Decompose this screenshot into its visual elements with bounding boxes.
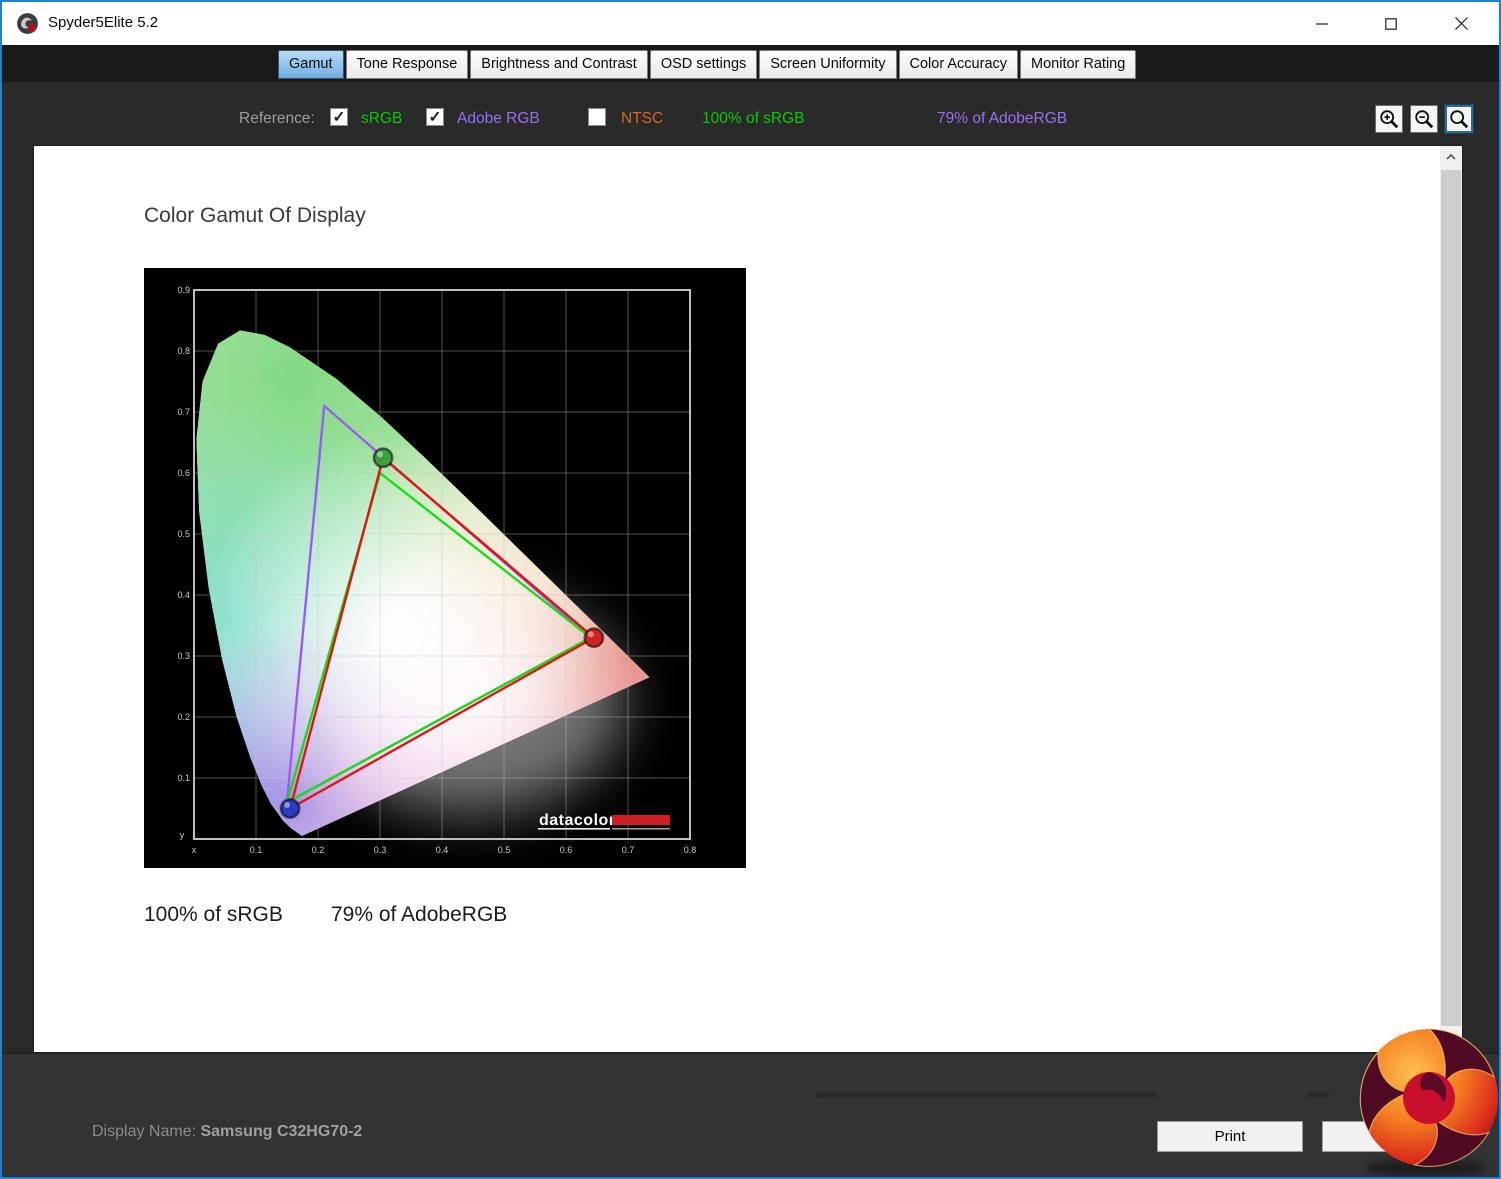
spyder-app-icon [17, 13, 38, 34]
checkbox-srgb[interactable]: ✓ [330, 108, 348, 126]
svg-text:x: x [192, 845, 197, 855]
zoom-out-button[interactable] [1410, 105, 1438, 133]
svg-text:0.1: 0.1 [250, 845, 263, 855]
svg-text:0.6: 0.6 [560, 845, 573, 855]
zoom-out-icon [1415, 110, 1434, 129]
adobergb-coverage-text: 79% of AdobeRGB [937, 110, 1068, 127]
maximize-icon [1385, 17, 1397, 30]
close-icon [1454, 17, 1468, 30]
tab-monitor-rating[interactable]: Monitor Rating [1020, 50, 1137, 79]
reference-toolbar: Reference: ✓ sRGB ✓ Adobe RGB NTSC 100% … [2, 97, 1499, 141]
svg-text:0.4: 0.4 [177, 590, 190, 600]
magnifier-icon [1450, 110, 1469, 129]
svg-text:0.8: 0.8 [177, 346, 190, 356]
svg-text:0.4: 0.4 [436, 845, 449, 855]
minimize-icon [1316, 22, 1328, 25]
svg-text:0.7: 0.7 [177, 407, 190, 417]
tab-osd-settings[interactable]: OSD settings [649, 50, 758, 79]
footer-divider-small [1307, 1092, 1329, 1098]
tab-tone-response[interactable]: Tone Response [345, 50, 469, 79]
checkbox-adobe-rgb-label: Adobe RGB [457, 110, 540, 127]
zoom-reset-button[interactable] [1445, 105, 1473, 133]
svg-text:0.2: 0.2 [312, 845, 325, 855]
svg-text:0.3: 0.3 [177, 651, 190, 661]
title-bar: Spyder5Elite 5.2 [2, 2, 1499, 45]
footer-divider [817, 1092, 1157, 1098]
svg-text:0.3: 0.3 [374, 845, 387, 855]
result-srgb: 100% of sRGB [144, 903, 283, 926]
svg-text:0.7: 0.7 [622, 845, 635, 855]
svg-text:0.9: 0.9 [177, 285, 190, 295]
app-window: Spyder5Elite 5.2 Gamut Tone Response Bri… [0, 0, 1501, 1179]
svg-text:0.5: 0.5 [177, 529, 190, 539]
tab-screen-uniformity[interactable]: Screen Uniformity [759, 50, 897, 79]
report-panel: Color Gamut Of Display 0.1 0.2 0.3 0.4 0… [33, 145, 1463, 1095]
vertical-scroll-thumb[interactable] [1441, 170, 1461, 1026]
display-name: Display Name: Samsung C32HG70-2 [92, 1123, 362, 1141]
maximize-button[interactable] [1368, 8, 1414, 39]
cie-diagram: 0.1 0.2 0.3 0.4 0.5 0.6 0.7 0.8 0.1 0.2 0.3 0.4 0.5 0… [144, 268, 746, 868]
svg-text:y: y [180, 830, 185, 840]
datacolor-wordmark: datacolor [539, 812, 616, 829]
svg-text:0.6: 0.6 [177, 468, 190, 478]
zoom-in-icon [1380, 110, 1399, 129]
app-chrome: Gamut Tone Response Brightness and Contr… [2, 45, 1499, 1177]
srgb-coverage-text: 100% of sRGB [702, 110, 805, 127]
checkbox-adobe-rgb[interactable]: ✓ [426, 108, 444, 126]
svg-text:0.2: 0.2 [177, 712, 190, 722]
close-button[interactable] [1438, 8, 1484, 39]
vertical-scrollbar[interactable] [1440, 146, 1462, 1074]
print-button[interactable]: Print [1157, 1121, 1303, 1152]
svg-text:0.8: 0.8 [684, 845, 697, 855]
result-adobergb: 79% of AdobeRGB [331, 903, 508, 926]
svg-text:0.1: 0.1 [177, 773, 190, 783]
svg-text:0.5: 0.5 [498, 845, 511, 855]
checkbox-ntsc[interactable] [588, 108, 606, 126]
zoom-in-button[interactable] [1375, 105, 1403, 133]
tab-color-accuracy[interactable]: Color Accuracy [898, 50, 1019, 79]
minimize-button[interactable] [1299, 8, 1345, 39]
tab-gamut[interactable]: Gamut [278, 50, 344, 79]
zoom-toolbar [1368, 105, 1473, 133]
chevron-up-icon [1446, 154, 1456, 160]
tab-brightness-contrast[interactable]: Brightness and Contrast [470, 50, 648, 79]
spyder-logo [1359, 1028, 1498, 1177]
footer-bar: Display Name: Samsung C32HG70-2 Print [2, 1052, 1499, 1177]
tab-bar: Gamut Tone Response Brightness and Contr… [278, 50, 1138, 79]
scroll-up-arrow[interactable] [1440, 146, 1462, 168]
checkbox-ntsc-label: NTSC [621, 110, 664, 127]
reference-label: Reference: [239, 110, 315, 127]
gamut-chart: 0.1 0.2 0.3 0.4 0.5 0.6 0.7 0.8 0.1 0.2 0.3 0.4 0.5 0… [144, 268, 746, 868]
chart-title: Color Gamut Of Display [144, 204, 366, 227]
display-name-value: Samsung C32HG70-2 [200, 1123, 363, 1140]
window-title: Spyder5Elite 5.2 [48, 14, 159, 31]
display-name-label: Display Name: [92, 1123, 201, 1140]
checkbox-srgb-label: sRGB [361, 110, 403, 127]
